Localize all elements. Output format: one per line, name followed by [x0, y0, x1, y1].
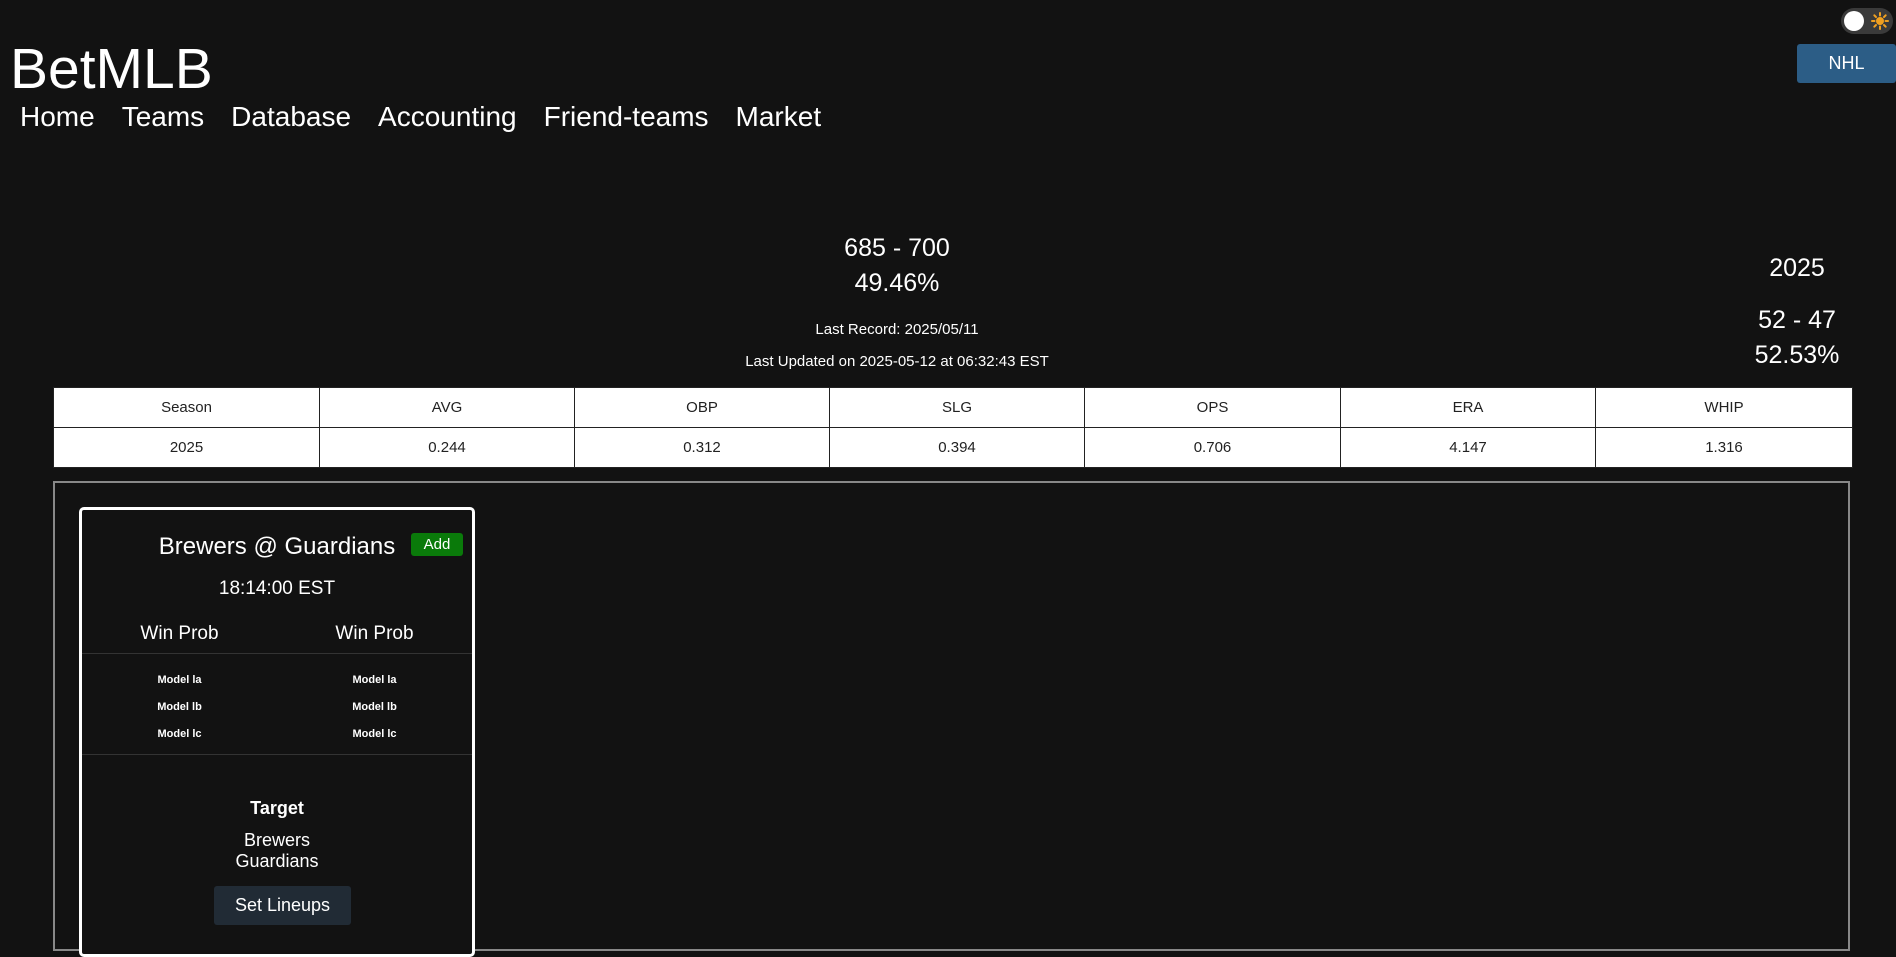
model-label: Model lb: [157, 701, 202, 713]
column-header: SLG: [829, 387, 1085, 428]
add-button[interactable]: Add: [411, 533, 463, 556]
home-models: Model la Model lb Model lc: [277, 667, 472, 748]
table-cell: 4.147: [1340, 427, 1596, 468]
last-updated: Last Updated on 2025-05-12 at 06:32:43 E…: [745, 353, 1049, 370]
model-label: Model lc: [157, 728, 202, 740]
target-team: Guardians: [235, 851, 319, 871]
divider: [82, 754, 472, 755]
table-cell: 1.316: [1595, 427, 1853, 468]
away-models: Model la Model lb Model lc: [82, 667, 277, 748]
column-header: Season: [53, 387, 320, 428]
home-win-prob: Win Prob: [277, 622, 472, 646]
nav-home[interactable]: Home: [20, 98, 95, 136]
stats-table: Season AVG OBP SLG OPS ERA WHIP 2025 0.2…: [53, 387, 1853, 468]
win-prob-heading: Win Prob: [140, 623, 219, 644]
overall-record: 685 - 700: [844, 234, 950, 262]
overall-win-pct: 49.46%: [854, 269, 940, 297]
nav-database[interactable]: Database: [231, 98, 351, 136]
theme-toggle[interactable]: [1841, 8, 1893, 34]
nav-teams[interactable]: Teams: [122, 98, 204, 136]
away-win-prob: Win Prob: [82, 622, 277, 646]
target-team: Brewers: [243, 830, 310, 850]
table-cell: 0.244: [319, 427, 575, 468]
model-label: Model la: [157, 674, 202, 686]
model-label: Model lb: [352, 701, 397, 713]
column-header: WHIP: [1595, 387, 1853, 428]
column-header: OBP: [574, 387, 830, 428]
nav-friend-teams[interactable]: Friend-teams: [544, 98, 709, 136]
nav-market[interactable]: Market: [736, 98, 822, 136]
win-prob-heading: Win Prob: [335, 623, 414, 644]
game-time: 18:14:00 EST: [218, 578, 336, 599]
season-record: 52 - 47: [1758, 306, 1836, 334]
main-nav: Home Teams Database Accounting Friend-te…: [20, 98, 821, 136]
nhl-button[interactable]: NHL: [1797, 44, 1896, 83]
model-label: Model la: [352, 674, 397, 686]
table-cell: 0.312: [574, 427, 830, 468]
table-cell: 0.394: [829, 427, 1085, 468]
column-header: ERA: [1340, 387, 1596, 428]
last-record: Last Record: 2025/05/11: [815, 321, 979, 338]
toggle-knob: [1844, 11, 1864, 31]
table-header-row: Season AVG OBP SLG OPS ERA WHIP: [53, 387, 1853, 428]
model-label: Model lc: [352, 728, 397, 740]
divider: [82, 653, 472, 654]
target-heading: Target: [250, 798, 304, 818]
column-header: AVG: [319, 387, 575, 428]
brand-title: BetMLB: [10, 37, 213, 101]
table-cell: 0.706: [1084, 427, 1341, 468]
sun-icon: [1871, 12, 1889, 30]
game-card: Brewers @ Guardians Add 18:14:00 EST Win…: [79, 507, 475, 957]
set-lineups-button[interactable]: Set Lineups: [214, 886, 351, 925]
table-row: 2025 0.244 0.312 0.394 0.706 4.147 1.316: [53, 427, 1853, 468]
table-cell: 2025: [53, 427, 320, 468]
column-header: OPS: [1084, 387, 1341, 428]
season-win-pct: 52.53%: [1754, 341, 1840, 369]
nav-accounting[interactable]: Accounting: [378, 98, 517, 136]
season-year: 2025: [1769, 254, 1825, 282]
